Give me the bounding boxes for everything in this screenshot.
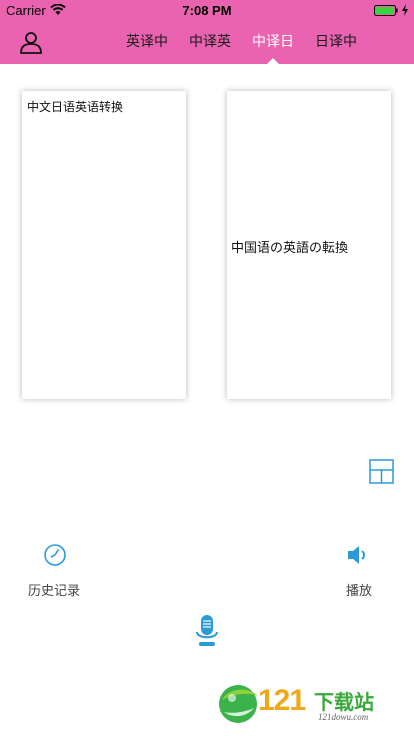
status-bar: Carrier 7:08 PM <box>0 0 414 20</box>
result-text-panel: 中国语の英語の転換 <box>227 91 391 399</box>
watermark: 121 下载站 121dowu.com <box>214 678 404 728</box>
play-button[interactable]: 播放 <box>346 580 372 599</box>
charging-icon <box>402 4 408 16</box>
history-button[interactable]: 历史记录 <box>28 580 80 599</box>
layout-toggle-icon[interactable] <box>369 459 394 484</box>
source-text-panel[interactable]: 中文日语英语转换 <box>22 91 186 399</box>
tab-zh-to-ja[interactable]: 中译日 <box>252 32 294 52</box>
watermark-number: 121 <box>258 684 306 717</box>
user-icon[interactable] <box>19 30 43 54</box>
tab-ja-to-zh[interactable]: 日译中 <box>315 32 357 52</box>
history-clock-icon[interactable] <box>43 543 67 567</box>
tab-en-to-zh[interactable]: 英译中 <box>126 32 168 52</box>
active-tab-indicator <box>267 58 279 64</box>
watermark-logo-icon <box>219 685 258 723</box>
status-time: 7:08 PM <box>182 3 232 18</box>
header-bar: 英译中 中译英 中译日 日译中 <box>0 20 414 64</box>
watermark-text: 下载站 <box>314 690 374 714</box>
source-text: 中文日语英语转换 <box>27 100 124 114</box>
watermark-site: 121dowu.com <box>318 712 369 722</box>
translation-result: 中国语の英語の転換 <box>231 241 349 256</box>
microphone-icon[interactable] <box>195 615 219 647</box>
tab-zh-to-en[interactable]: 中译英 <box>189 32 231 52</box>
speaker-icon[interactable] <box>346 544 370 566</box>
battery-icon <box>374 5 398 16</box>
